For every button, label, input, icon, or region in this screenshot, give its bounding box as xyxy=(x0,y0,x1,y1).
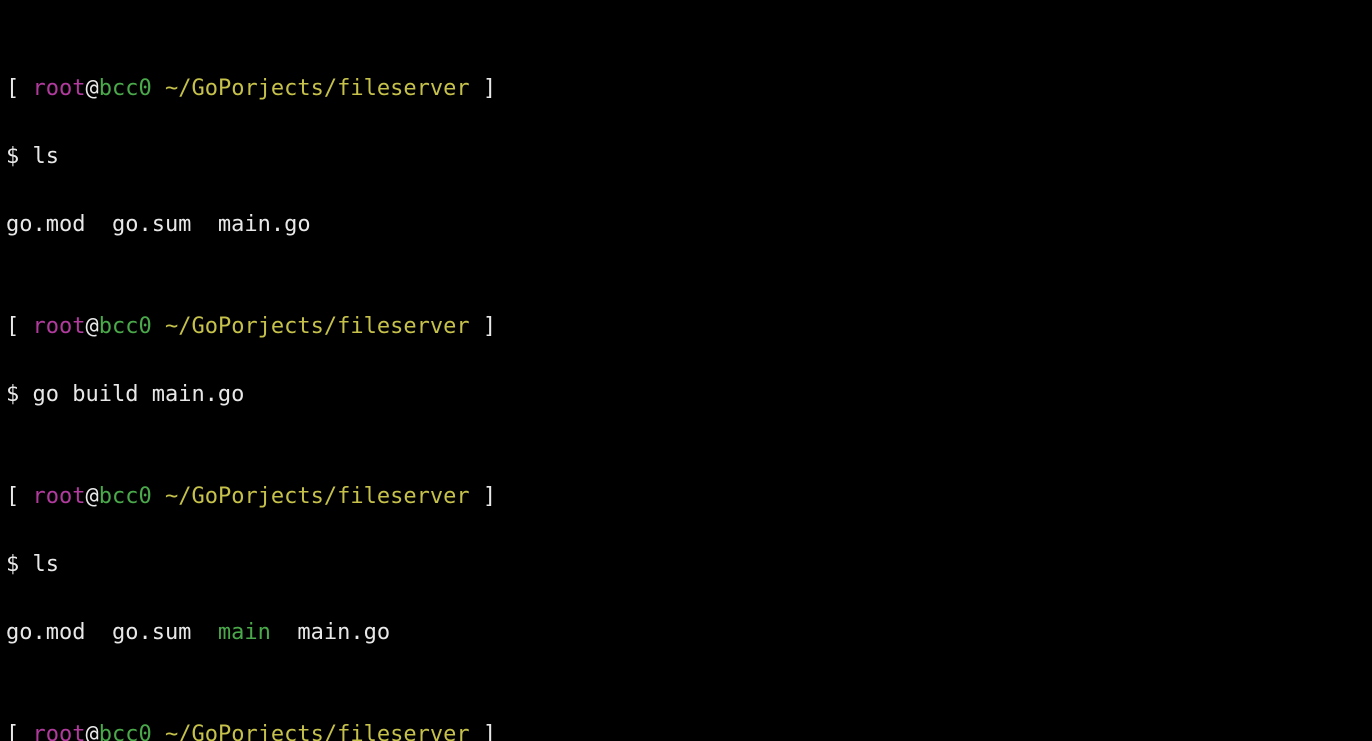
prompt-user: root xyxy=(33,314,86,339)
prompt-at: @ xyxy=(85,76,98,101)
bracket-open: [ xyxy=(6,484,33,509)
prompt-host: bcc0 xyxy=(99,484,152,509)
prompt-path: ~/GoPorjects/fileserver xyxy=(165,484,470,509)
command-text: go build main.go xyxy=(33,382,245,407)
prompt-user: root xyxy=(33,722,86,741)
bracket-close: ] xyxy=(470,76,497,101)
prompt-dollar: $ xyxy=(6,144,33,169)
bracket-open: [ xyxy=(6,314,33,339)
output-line: go.mod go.sum main.go xyxy=(6,208,1366,242)
command-text: ls xyxy=(33,552,60,577)
prompt-dollar: $ xyxy=(6,382,33,407)
executable-name: main xyxy=(218,620,271,645)
ls-output-suffix: main.go xyxy=(271,620,390,645)
command-line: $ go build main.go xyxy=(6,378,1366,412)
command-line: $ ls xyxy=(6,140,1366,174)
ls-output-prefix: go.mod go.sum xyxy=(6,620,218,645)
prompt-space xyxy=(152,76,165,101)
prompt-host: bcc0 xyxy=(99,314,152,339)
prompt-space xyxy=(152,722,165,741)
prompt-host: bcc0 xyxy=(99,76,152,101)
prompt-line: [ root@bcc0 ~/GoPorjects/fileserver ] xyxy=(6,480,1366,514)
prompt-space xyxy=(152,314,165,339)
prompt-user: root xyxy=(33,484,86,509)
prompt-dollar: $ xyxy=(6,552,33,577)
command-line: $ ls xyxy=(6,548,1366,582)
prompt-space xyxy=(152,484,165,509)
bracket-open: [ xyxy=(6,722,33,741)
prompt-path: ~/GoPorjects/fileserver xyxy=(165,76,470,101)
prompt-line: [ root@bcc0 ~/GoPorjects/fileserver ] xyxy=(6,310,1366,344)
prompt-line: [ root@bcc0 ~/GoPorjects/fileserver ] xyxy=(6,718,1366,741)
output-line: go.mod go.sum main main.go xyxy=(6,616,1366,650)
prompt-path: ~/GoPorjects/fileserver xyxy=(165,314,470,339)
prompt-at: @ xyxy=(85,314,98,339)
bracket-open: [ xyxy=(6,76,33,101)
bracket-close: ] xyxy=(470,722,497,741)
command-text: ls xyxy=(33,144,60,169)
prompt-at: @ xyxy=(85,484,98,509)
prompt-host: bcc0 xyxy=(99,722,152,741)
prompt-user: root xyxy=(33,76,86,101)
bracket-close: ] xyxy=(470,484,497,509)
terminal-output[interactable]: [ root@bcc0 ~/GoPorjects/fileserver ] $ … xyxy=(0,0,1372,741)
bracket-close: ] xyxy=(470,314,497,339)
prompt-path: ~/GoPorjects/fileserver xyxy=(165,722,470,741)
prompt-line: [ root@bcc0 ~/GoPorjects/fileserver ] xyxy=(6,72,1366,106)
prompt-at: @ xyxy=(85,722,98,741)
